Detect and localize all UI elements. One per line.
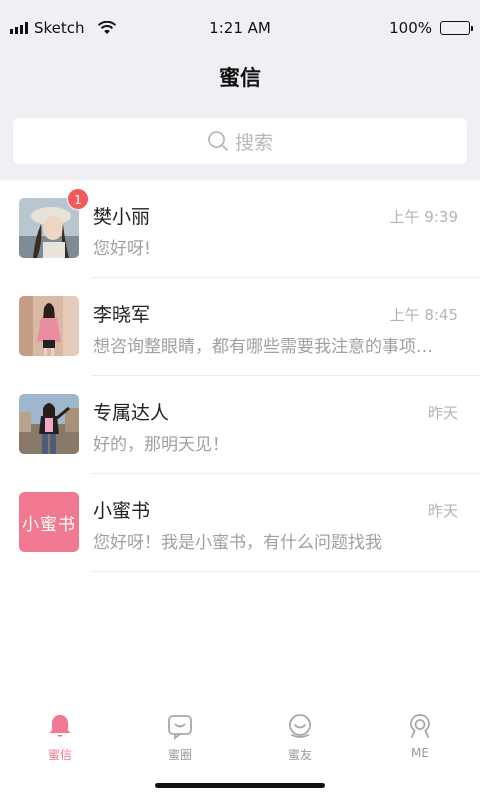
unread-badge: 1 xyxy=(67,188,89,210)
tab-miyou[interactable]: 蜜友 xyxy=(240,702,360,772)
chat-item[interactable]: 小蜜书 小蜜书 昨天 您好呀！我是小蜜书，有什么问题找我 xyxy=(0,474,480,572)
chat-list: 1 樊小丽 上午 9:39 您好呀! 李晓军 上午 8:45 想咨询整眼睛，都有… xyxy=(0,180,480,572)
avatar xyxy=(19,296,79,356)
chat-time: 昨天 xyxy=(427,404,458,422)
tab-label: 蜜友 xyxy=(287,748,312,762)
signal-icon xyxy=(10,22,28,34)
chat-preview: 您好呀! xyxy=(93,239,151,259)
home-indicator xyxy=(155,783,325,788)
chat-item[interactable]: 专属达人 昨天 好的，那明天见！ xyxy=(0,376,480,474)
avatar-text: 小蜜书 xyxy=(19,492,79,552)
chat-name: 樊小丽 xyxy=(93,206,151,228)
tab-label: ME xyxy=(411,746,429,760)
chat-preview: 想咨询整眼睛，都有哪些需要我注意的事项… xyxy=(93,337,433,357)
chat-bubble-icon xyxy=(168,715,192,740)
tab-bar: 蜜信 蜜圈 蜜友 ME xyxy=(0,702,480,772)
chat-time: 上午 9:39 xyxy=(389,208,458,226)
photo-avatar-icon xyxy=(19,296,79,356)
carrier-name: Sketch xyxy=(34,19,85,37)
chat-name: 小蜜书 xyxy=(93,500,151,522)
status-bar: Sketch 1:21 AM 100% xyxy=(0,0,480,56)
chat-time: 昨天 xyxy=(427,502,458,520)
bell-icon xyxy=(49,715,71,737)
avatar xyxy=(19,394,79,454)
battery-icon xyxy=(440,21,473,35)
chat-item[interactable]: 李晓军 上午 8:45 想咨询整眼睛，都有哪些需要我注意的事项… xyxy=(0,278,480,376)
avatar: 小蜜书 xyxy=(19,492,79,552)
chat-name: 李晓军 xyxy=(93,304,151,326)
status-bar-left: Sketch xyxy=(10,19,170,37)
tab-me[interactable]: ME xyxy=(360,702,480,772)
tab-label: 蜜圈 xyxy=(167,748,192,762)
tab-mixin[interactable]: 蜜信 xyxy=(0,702,120,772)
search-icon xyxy=(208,131,228,151)
status-time: 1:21 AM xyxy=(209,19,271,37)
photo-avatar-icon xyxy=(19,394,79,454)
chat-time: 上午 8:45 xyxy=(389,306,458,324)
status-bar-right: 100% xyxy=(310,19,473,37)
battery-percent: 100% xyxy=(389,19,432,37)
page-title: 蜜信 xyxy=(219,66,261,90)
wifi-icon xyxy=(97,21,116,34)
tab-label: 蜜信 xyxy=(47,748,72,762)
chat-name: 专属达人 xyxy=(93,402,170,424)
smiley-face-icon xyxy=(289,714,311,738)
search-bar[interactable]: 搜索 xyxy=(13,118,467,164)
search-placeholder: 搜索 xyxy=(234,131,273,154)
profile-icon xyxy=(410,714,430,738)
chat-item[interactable]: 1 樊小丽 上午 9:39 您好呀! xyxy=(0,180,480,278)
chat-preview: 好的，那明天见！ xyxy=(93,435,229,455)
chat-preview: 您好呀！我是小蜜书，有什么问题找我 xyxy=(93,533,382,553)
tab-miquan[interactable]: 蜜圈 xyxy=(120,702,240,772)
